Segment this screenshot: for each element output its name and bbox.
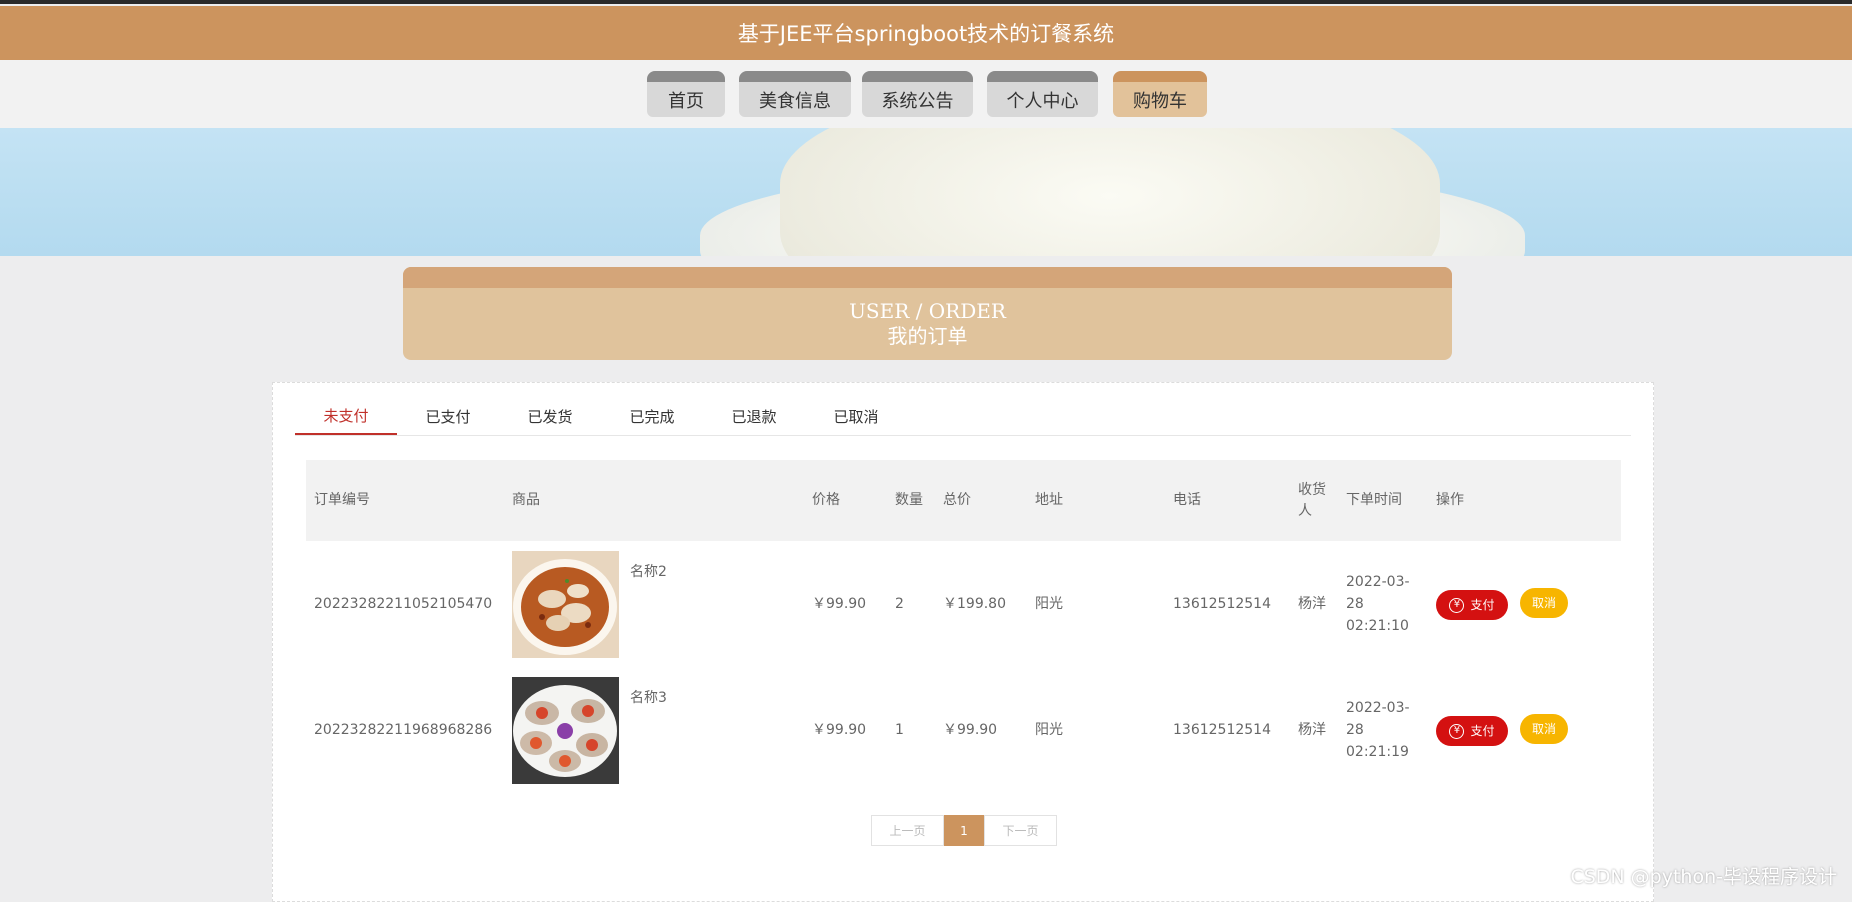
yen-icon: ¥ [1449,597,1465,613]
cancel-button[interactable]: 取消 [1520,714,1568,744]
banner-image [0,128,1852,256]
tab-refunded[interactable]: 已退款 [703,397,805,435]
table-row: 20223282211052105470 名称2 ￥99.90 2 ￥199.8… [306,541,1621,667]
tab-cancelled[interactable]: 已取消 [805,397,907,435]
address: 阳光 [1035,722,1063,738]
site-header: 基于JEE平台springboot技术的订餐系统 [0,6,1852,60]
nav-item-cart[interactable]: 购物车 [1113,71,1207,117]
total-price: ￥199.80 [943,596,1006,612]
nav-item-food[interactable]: 美食信息 [739,71,851,117]
col-order-no: 订单编号 [306,460,504,541]
col-price: 价格 [804,460,887,541]
section-heading: USER / ORDER 我的订单 [403,267,1452,360]
nav-item-announcements[interactable]: 系统公告 [862,71,973,117]
col-action: 操作 [1428,460,1621,541]
pay-label: 支付 [1470,598,1495,612]
tab-completed[interactable]: 已完成 [601,397,703,435]
nav-item-user-center[interactable]: 个人中心 [987,71,1098,117]
order-time: 2022-03-28 02:21:19 [1346,700,1410,760]
actions-cell: ¥ 支付 取消 [1428,667,1621,793]
section-heading-strip [403,267,1452,288]
cancel-button[interactable]: 取消 [1520,588,1568,618]
receiver: 杨洋 [1298,722,1326,738]
phone: 13612512514 [1173,596,1271,612]
tab-unpaid[interactable]: 未支付 [295,397,397,435]
section-title-en: USER / ORDER [849,299,1006,323]
orders-panel: 未支付 已支付 已发货 已完成 已退款 已取消 订单编号 商品 价格 数量 总价 [272,382,1654,902]
table-row: 20223282211968968286 名称3 ￥99.90 1 ￥99.90… [306,667,1621,793]
total-price: ￥99.90 [943,722,998,738]
product-name[interactable]: 名称3 [630,687,667,709]
main-nav: 首页 美食信息 系统公告 个人中心 购物车 [0,60,1852,128]
dish-image[interactable] [512,676,619,784]
orders-table: 订单编号 商品 价格 数量 总价 地址 电话 收货人 下单时间 操作 20223… [306,460,1621,793]
quantity: 1 [895,722,904,738]
current-page[interactable]: 1 [944,815,984,846]
top-border [0,0,1852,4]
order-status-tabs: 未支付 已支付 已发货 已完成 已退款 已取消 [295,397,1631,436]
col-product: 商品 [504,460,804,541]
pay-label: 支付 [1470,724,1495,738]
pay-button[interactable]: ¥ 支付 [1436,590,1508,620]
section-title-cn: 我的订单 [887,324,968,348]
tab-shipped[interactable]: 已发货 [499,397,601,435]
tab-paid[interactable]: 已支付 [397,397,499,435]
pay-button[interactable]: ¥ 支付 [1436,716,1508,746]
product-cell: 名称3 [504,667,804,793]
col-total: 总价 [935,460,1027,541]
order-no: 20223282211968968286 [314,722,493,738]
col-receiver: 收货人 [1290,460,1338,541]
phone: 13612512514 [1173,722,1271,738]
quantity: 2 [895,596,904,612]
product-name[interactable]: 名称2 [630,561,667,583]
watermark: CSDN @python-毕设程序设计 [1570,866,1837,888]
col-time: 下单时间 [1338,460,1428,541]
site-title: 基于JEE平台springboot技术的订餐系统 [737,22,1115,46]
banner-bun [780,128,1440,256]
address: 阳光 [1035,596,1063,612]
receiver: 杨洋 [1298,596,1326,612]
order-time: 2022-03-28 02:21:10 [1346,574,1410,634]
col-qty: 数量 [887,460,935,541]
dish-image[interactable] [512,550,619,658]
pagination: 上一页 1 下一页 [871,815,1057,846]
order-no: 20223282211052105470 [314,596,493,612]
col-phone: 电话 [1165,460,1290,541]
actions-cell: ¥ 支付 取消 [1428,541,1621,667]
next-page-button[interactable]: 下一页 [984,815,1057,846]
price: ￥99.90 [812,722,867,738]
prev-page-button[interactable]: 上一页 [871,815,944,846]
nav-item-home[interactable]: 首页 [647,71,725,117]
yen-icon: ¥ [1449,723,1465,739]
table-header-row: 订单编号 商品 价格 数量 总价 地址 电话 收货人 下单时间 操作 [306,460,1621,541]
col-address: 地址 [1027,460,1165,541]
price: ￥99.90 [812,596,867,612]
product-cell: 名称2 [504,541,804,667]
